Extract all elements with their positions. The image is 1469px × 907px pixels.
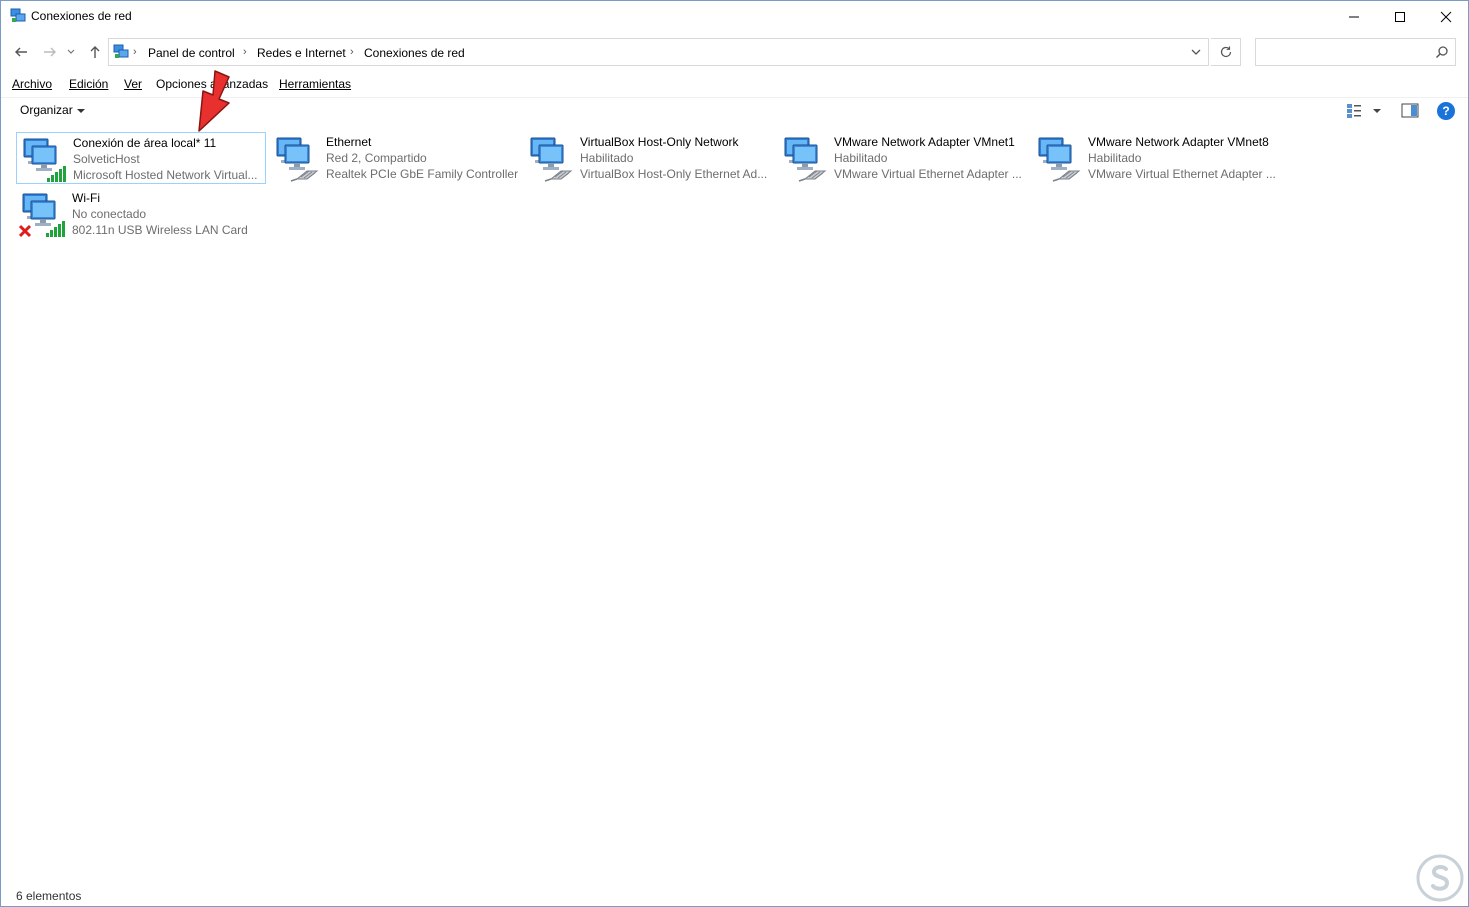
change-view-icon[interactable]: [1345, 102, 1385, 120]
connection-status: Habilitado: [834, 151, 888, 165]
connection-status: No conectado: [72, 207, 147, 221]
connections-list: Conexión de área local* 11 SolveticHost …: [1, 127, 1468, 887]
network-connections-app-icon: [10, 8, 26, 22]
connection-name: Wi-Fi: [72, 191, 100, 205]
status-bar-item-count: 6 elementos: [16, 889, 82, 903]
wireless-disconnected-icon: [19, 193, 65, 238]
menu-archivo[interactable]: Archivo: [12, 77, 52, 91]
control-panel-icon: [113, 44, 129, 58]
forward-arrow-icon: [44, 47, 56, 57]
connection-item-virtualbox[interactable]: VirtualBox Host-Only Network Habilitado …: [524, 132, 774, 184]
connection-status: SolveticHost: [73, 152, 140, 166]
connection-device: VirtualBox Host-Only Ethernet Ad...: [580, 167, 768, 181]
connection-name: Ethernet: [326, 135, 372, 149]
connection-status: Habilitado: [580, 151, 634, 165]
ethernet-adapter-icon: [784, 137, 827, 182]
minimize-button[interactable]: [1331, 1, 1377, 32]
connection-status: Red 2, Compartido: [326, 151, 427, 165]
address-bar[interactable]: › Panel de control › Redes e Internet › …: [108, 38, 1209, 66]
breadcrumb-separator-icon[interactable]: ›: [243, 46, 247, 58]
organize-label: Organizar: [20, 103, 73, 117]
maximize-icon: [1395, 11, 1405, 22]
breadcrumb-separator-icon: ›: [133, 46, 137, 58]
up-arrow-icon: [90, 46, 100, 58]
ethernet-adapter-icon: [530, 137, 573, 182]
connection-name: VirtualBox Host-Only Network: [580, 135, 739, 149]
connection-device: 802.11n USB Wireless LAN Card: [72, 223, 248, 237]
preview-pane-icon[interactable]: [1401, 103, 1419, 119]
connection-status: Habilitado: [1088, 151, 1142, 165]
connection-name: Conexión de área local* 11: [73, 136, 217, 150]
connection-name: VMware Network Adapter VMnet8: [1088, 135, 1269, 149]
menu-herramientas[interactable]: Herramientas: [279, 77, 351, 91]
connection-name: VMware Network Adapter VMnet1: [834, 135, 1015, 149]
back-arrow-icon: [15, 47, 27, 57]
connection-item-vmnet1[interactable]: VMware Network Adapter VMnet1 Habilitado…: [778, 132, 1028, 184]
wireless-adapter-icon: [23, 138, 66, 182]
help-label: ?: [1442, 104, 1450, 118]
close-button[interactable]: [1423, 1, 1469, 32]
breadcrumb-network-connections[interactable]: Conexiones de red: [364, 46, 465, 60]
back-button[interactable]: [11, 41, 31, 63]
connection-device: VMware Virtual Ethernet Adapter ...: [1088, 167, 1276, 181]
forward-button[interactable]: [40, 41, 60, 63]
connection-item-ethernet[interactable]: Ethernet Red 2, Compartido Realtek PCIe …: [270, 132, 520, 184]
breadcrumb-control-panel[interactable]: Panel de control: [148, 46, 235, 60]
close-icon: [1440, 11, 1452, 22]
title-bar: Conexiones de red: [1, 1, 1468, 32]
connection-item-local-area-11[interactable]: Conexión de área local* 11 SolveticHost …: [16, 132, 266, 184]
search-icon[interactable]: [1435, 45, 1449, 59]
refresh-button[interactable]: [1211, 38, 1241, 66]
search-input[interactable]: [1260, 40, 1430, 64]
breadcrumb-network-internet[interactable]: Redes e Internet: [257, 46, 346, 60]
address-dropdown-icon[interactable]: [1189, 45, 1203, 59]
maximize-button[interactable]: [1377, 1, 1423, 32]
refresh-icon: [1220, 46, 1231, 58]
watermark-logo-icon: [1416, 854, 1464, 902]
connection-device: Microsoft Hosted Network Virtual...: [73, 168, 258, 182]
connection-item-wifi[interactable]: Wi-Fi No conectado 802.11n USB Wireless …: [16, 188, 266, 240]
ethernet-adapter-icon: [276, 137, 319, 182]
help-button[interactable]: ?: [1437, 102, 1455, 120]
connection-device: VMware Virtual Ethernet Adapter ...: [834, 167, 1022, 181]
connection-item-vmnet8[interactable]: VMware Network Adapter VMnet8 Habilitado…: [1032, 132, 1282, 184]
connection-device: Realtek PCIe GbE Family Controller: [326, 167, 519, 181]
organize-button[interactable]: Organizar: [20, 103, 85, 117]
search-box[interactable]: [1255, 38, 1456, 66]
network-connections-window: Conexiones de red › Panel de control › R…: [0, 0, 1469, 907]
caret-down-icon: [76, 108, 85, 113]
navigation-row: › Panel de control › Redes e Internet › …: [1, 35, 1468, 69]
minimize-icon: [1349, 16, 1359, 17]
ethernet-adapter-icon: [1038, 137, 1081, 182]
up-button[interactable]: [85, 41, 105, 63]
menu-edicion[interactable]: Edición: [69, 77, 108, 91]
chevron-down-icon: [67, 49, 75, 54]
window-title: Conexiones de red: [31, 9, 132, 23]
annotation-arrow-icon: [198, 70, 230, 132]
breadcrumb-separator-icon[interactable]: ›: [350, 46, 354, 58]
recent-locations-button[interactable]: [64, 41, 78, 63]
menu-ver[interactable]: Ver: [124, 77, 142, 91]
